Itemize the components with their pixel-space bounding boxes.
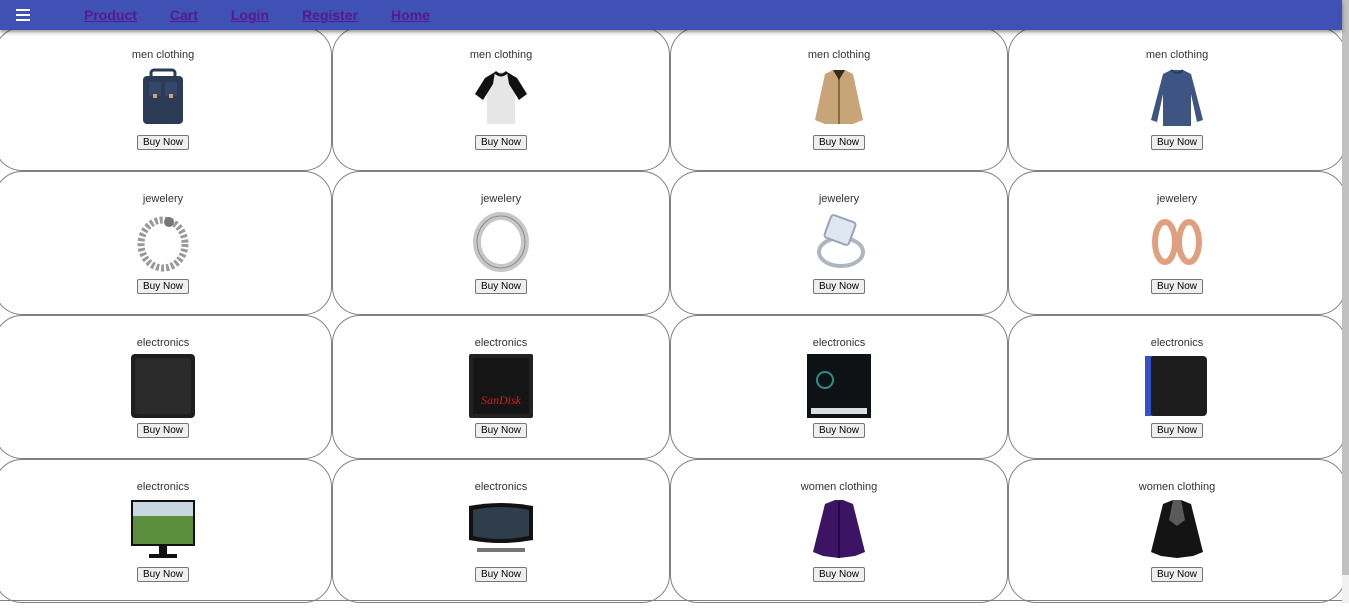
product-image xyxy=(815,70,863,124)
product-card: women clothing Buy Now xyxy=(670,459,1008,603)
buy-now-button[interactable]: Buy Now xyxy=(474,279,527,294)
product-image xyxy=(137,216,189,272)
product-image xyxy=(807,354,871,418)
product-card: men clothing Buy Now xyxy=(332,27,670,171)
top-app-bar: Product Cart Login Register Home xyxy=(0,0,1342,30)
buy-now-button[interactable]: Buy Now xyxy=(812,567,865,582)
scrollbar-thumb[interactable] xyxy=(1342,0,1349,575)
product-category: men clothing xyxy=(1145,49,1209,61)
product-image xyxy=(475,70,527,124)
buy-now-button[interactable]: Buy Now xyxy=(136,567,189,582)
product-card: jewelery Buy Now xyxy=(1008,171,1346,315)
buy-now-button[interactable]: Buy Now xyxy=(474,567,527,582)
buy-now-button[interactable]: Buy Now xyxy=(136,279,189,294)
product-card: electronics Buy Now xyxy=(670,315,1008,459)
product-image xyxy=(131,500,195,558)
product-category: jewelery xyxy=(818,193,860,205)
product-image xyxy=(143,68,183,124)
product-card: jewelery Buy Now xyxy=(670,171,1008,315)
nav-links: Product Cart Login Register Home xyxy=(84,6,463,24)
product-card: jewelery Buy Now xyxy=(332,171,670,315)
buy-now-button[interactable]: Buy Now xyxy=(1150,279,1203,294)
hamburger-menu-icon[interactable] xyxy=(16,9,30,21)
product-category: electronics xyxy=(136,481,190,493)
product-category: women clothing xyxy=(1138,481,1216,493)
product-category: jewelery xyxy=(1156,193,1198,205)
product-image xyxy=(1151,69,1203,126)
vertical-scrollbar[interactable] xyxy=(1342,0,1349,603)
nav-link-register[interactable]: Register xyxy=(302,6,358,24)
product-image xyxy=(1152,219,1202,265)
nav-link-product[interactable]: Product xyxy=(84,6,137,24)
buy-now-button[interactable]: Buy Now xyxy=(136,135,189,150)
product-category: women clothing xyxy=(800,481,878,493)
nav-link-home[interactable]: Home xyxy=(391,6,430,24)
product-category: electronics xyxy=(474,481,528,493)
product-category: electronics xyxy=(1150,337,1204,349)
product-image: SanDisk xyxy=(469,354,533,418)
product-category: men clothing xyxy=(131,49,195,61)
product-card: jewelery Buy Now xyxy=(0,171,332,315)
product-category: jewelery xyxy=(480,193,522,205)
product-card: women clothing Buy Now xyxy=(1008,459,1346,603)
buy-now-button[interactable]: Buy Now xyxy=(1150,135,1203,150)
product-image xyxy=(473,212,529,272)
product-category: jewelery xyxy=(142,193,184,205)
svg-text:SanDisk: SanDisk xyxy=(481,393,522,407)
product-category: electronics xyxy=(474,337,528,349)
nav-link-login[interactable]: Login xyxy=(231,6,269,24)
buy-now-button[interactable]: Buy Now xyxy=(136,423,189,438)
buy-now-button[interactable]: Buy Now xyxy=(474,135,527,150)
nav-link-cart[interactable]: Cart xyxy=(170,6,198,24)
buy-now-button[interactable]: Buy Now xyxy=(1150,567,1203,582)
product-image xyxy=(1151,500,1203,558)
product-card: electronics Buy Now xyxy=(0,315,332,459)
product-image xyxy=(817,214,865,268)
product-card: men clothing Buy Now xyxy=(0,27,332,171)
product-image xyxy=(131,354,195,418)
product-card: electronics Buy Now xyxy=(332,459,670,603)
product-image xyxy=(813,500,865,558)
product-card: electronics Buy Now xyxy=(0,459,332,603)
product-card: men clothing Buy Now xyxy=(670,27,1008,171)
next-row-edge xyxy=(0,600,1342,611)
product-card: men clothing Buy Now xyxy=(1008,27,1346,171)
product-category: men clothing xyxy=(469,49,533,61)
product-category: electronics xyxy=(812,337,866,349)
product-category: men clothing xyxy=(807,49,871,61)
product-image xyxy=(1145,356,1207,416)
buy-now-button[interactable]: Buy Now xyxy=(1150,423,1203,438)
product-card: electronics Buy Now xyxy=(1008,315,1346,459)
product-grid: men clothing Buy Now men clothing Buy Now me… xyxy=(0,27,1346,603)
buy-now-button[interactable]: Buy Now xyxy=(812,423,865,438)
buy-now-button[interactable]: Buy Now xyxy=(812,135,865,150)
buy-now-button[interactable]: Buy Now xyxy=(474,423,527,438)
product-category: electronics xyxy=(136,337,190,349)
buy-now-button[interactable]: Buy Now xyxy=(812,279,865,294)
product-image xyxy=(469,503,533,552)
product-card: electronics SanDisk Buy Now xyxy=(332,315,670,459)
